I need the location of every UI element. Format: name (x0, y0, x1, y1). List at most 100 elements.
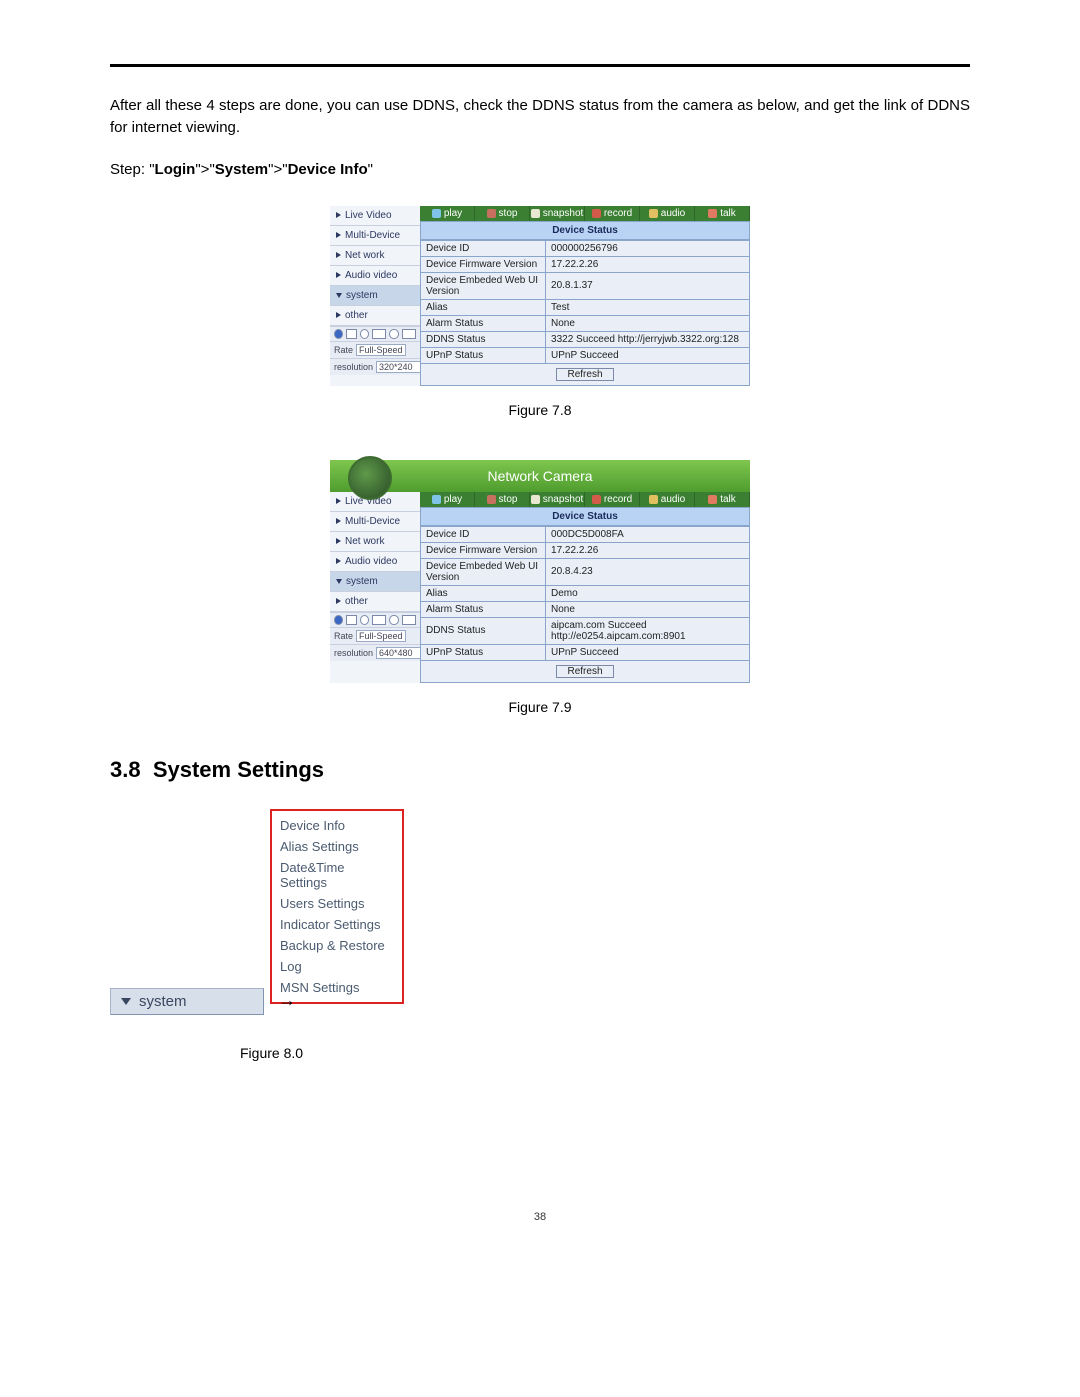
chevron-right-icon (336, 518, 341, 524)
device-status-table: Device ID000DC5D008FA Device Firmware Ve… (420, 526, 750, 683)
k-alarm: Alarm Status (421, 601, 546, 617)
record-button[interactable]: record (585, 492, 640, 507)
menu-datetime-settings[interactable]: Date&Time Settings (272, 857, 402, 893)
audio-button[interactable]: audio (640, 206, 695, 221)
k-fw: Device Firmware Version (421, 542, 546, 558)
menu-alias-settings[interactable]: Alias Settings (272, 836, 402, 857)
resolution-select[interactable]: 640*480 (376, 647, 426, 659)
rate-select[interactable]: Full-Speed (356, 630, 406, 642)
system-menu: Device Info Alias Settings Date&Time Set… (270, 809, 404, 1004)
step-prefix: Step: " (110, 161, 155, 178)
v-alias: Test (546, 299, 750, 315)
side-controls: RateFull-Speed resolution640*480 (330, 612, 420, 661)
stop-icon (487, 495, 496, 504)
nav-multi-device[interactable]: Multi-Device (345, 230, 400, 241)
v-fw: 17.22.2.26 (546, 542, 750, 558)
caption-7-8: Figure 7.8 (110, 402, 970, 418)
record-icon (592, 209, 601, 218)
snapshot-button[interactable]: snapshot (530, 492, 585, 507)
device-status-header: Device Status (420, 221, 750, 240)
top-toolbar: play stop snapshot record audio talk (420, 492, 750, 507)
record-button[interactable]: record (585, 206, 640, 221)
snapshot-button[interactable]: snapshot (530, 206, 585, 221)
resolution-label: resolution (334, 362, 373, 372)
stop-icon (487, 209, 496, 218)
v-webui: 20.8.4.23 (546, 558, 750, 585)
menu-indicator-settings[interactable]: Indicator Settings (272, 914, 402, 935)
view-dot2-icon[interactable] (360, 329, 369, 339)
chevron-right-icon (336, 538, 341, 544)
play-icon (432, 209, 441, 218)
refresh-button[interactable]: Refresh (556, 368, 613, 381)
camera-header: Network Camera (330, 460, 750, 492)
view-grid2-icon[interactable] (402, 615, 416, 625)
view-single-icon[interactable] (346, 329, 357, 339)
view-single-icon[interactable] (346, 615, 357, 625)
chevron-right-icon (336, 598, 341, 604)
chevron-right-icon (336, 498, 341, 504)
menu-log[interactable]: Log (272, 956, 402, 977)
view-dot-icon[interactable] (334, 615, 343, 625)
stop-button[interactable]: stop (475, 206, 530, 221)
rate-select[interactable]: Full-Speed (356, 344, 406, 356)
nav-system[interactable]: system (346, 576, 378, 587)
nav-audio-video[interactable]: Audio video (345, 556, 397, 567)
talk-button[interactable]: talk (695, 492, 750, 507)
nav-system[interactable]: system (346, 290, 378, 301)
step-sep1: ">" (195, 161, 214, 178)
menu-device-info[interactable]: Device Info (272, 815, 402, 836)
view-dot2-icon[interactable] (360, 615, 369, 625)
step-deviceinfo: Device Info (288, 161, 368, 178)
nav-network[interactable]: Net work (345, 536, 384, 547)
k-upnp: UPnP Status (421, 644, 546, 660)
view-dot3-icon[interactable] (389, 615, 398, 625)
v-device-id: 000DC5D008FA (546, 526, 750, 542)
step-sep2: ">" (268, 161, 287, 178)
resolution-select[interactable]: 320*240 (376, 361, 426, 373)
view-dot3-icon[interactable] (389, 329, 398, 339)
chevron-right-icon (336, 272, 341, 278)
play-button[interactable]: play (420, 492, 475, 507)
audio-icon (649, 209, 658, 218)
arrow-right-icon: → (278, 990, 296, 1011)
k-upnp: UPnP Status (421, 347, 546, 363)
nav-other[interactable]: other (345, 596, 368, 607)
stop-button[interactable]: stop (475, 492, 530, 507)
talk-button[interactable]: talk (695, 206, 750, 221)
screenshot-7-9: Network Camera Live Video Multi-Device N… (330, 460, 750, 683)
chevron-right-icon (336, 252, 341, 258)
step-line: Step: "Login">"System">"Device Info" (110, 161, 970, 178)
rate-label: Rate (334, 631, 353, 641)
talk-icon (708, 495, 717, 504)
camera-title: Network Camera (487, 468, 592, 484)
system-button-label: system (139, 993, 187, 1010)
menu-users-settings[interactable]: Users Settings (272, 893, 402, 914)
audio-icon (649, 495, 658, 504)
step-suffix: " (368, 161, 373, 178)
view-grid-icon[interactable] (372, 329, 386, 339)
v-webui: 20.8.1.37 (546, 272, 750, 299)
nav-audio-video[interactable]: Audio video (345, 270, 397, 281)
view-dot-icon[interactable] (334, 329, 343, 339)
menu-backup-restore[interactable]: Backup & Restore (272, 935, 402, 956)
nav-multi-device[interactable]: Multi-Device (345, 516, 400, 527)
device-status-header: Device Status (420, 507, 750, 526)
k-ddns: DDNS Status (421, 617, 546, 644)
nav-live-video[interactable]: Live Video (345, 210, 392, 221)
nav-other[interactable]: other (345, 310, 368, 321)
v-alarm: None (546, 315, 750, 331)
refresh-button[interactable]: Refresh (556, 665, 613, 678)
system-button[interactable]: system (110, 988, 264, 1015)
snapshot-icon (531, 209, 540, 218)
chevron-right-icon (336, 558, 341, 564)
play-button[interactable]: play (420, 206, 475, 221)
section-heading: 3.8 System Settings (110, 757, 970, 783)
audio-button[interactable]: audio (640, 492, 695, 507)
section-title: System Settings (153, 757, 324, 782)
view-grid2-icon[interactable] (402, 329, 416, 339)
k-webui: Device Embeded Web UI Version (421, 272, 546, 299)
nav-network[interactable]: Net work (345, 250, 384, 261)
k-fw: Device Firmware Version (421, 256, 546, 272)
v-ddns: aipcam.com Succeed http://e0254.aipcam.c… (546, 617, 750, 644)
view-grid-icon[interactable] (372, 615, 386, 625)
